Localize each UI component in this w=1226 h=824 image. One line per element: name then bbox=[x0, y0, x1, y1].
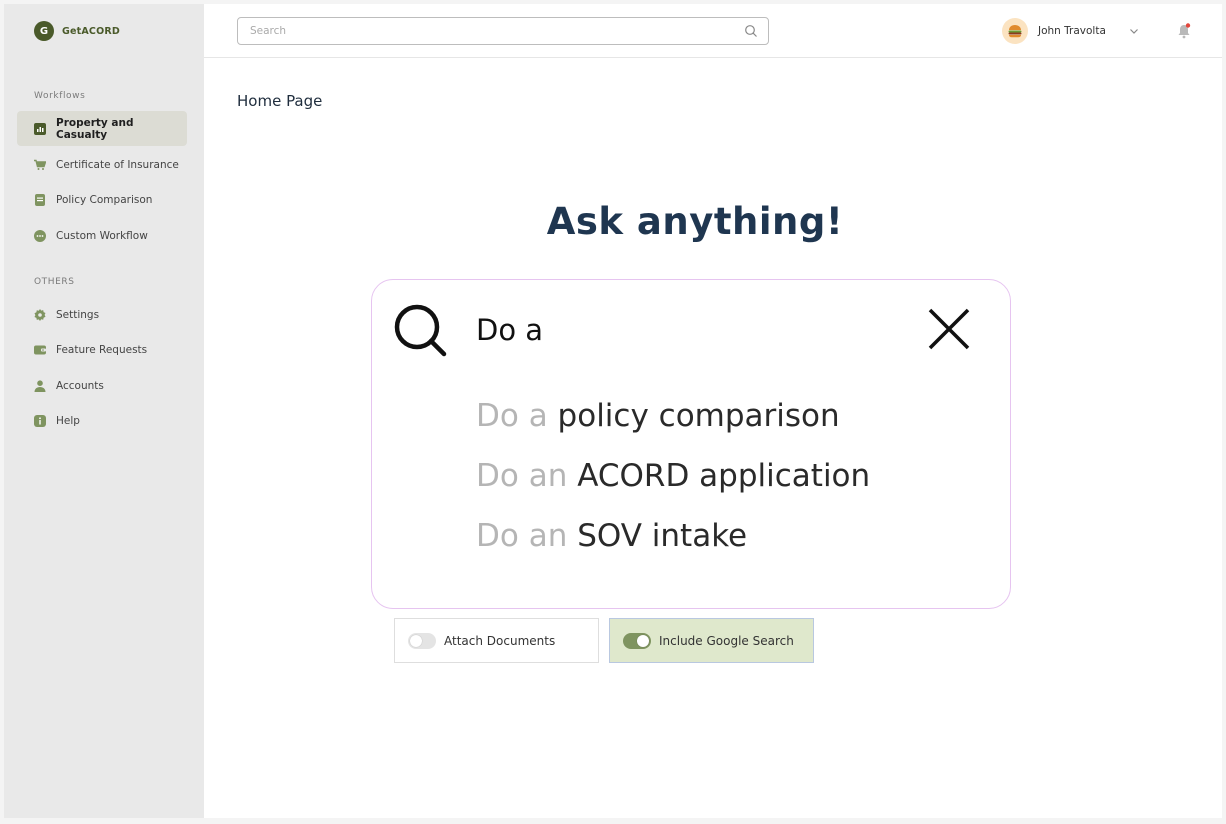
bar-chart-icon bbox=[34, 122, 46, 135]
brand[interactable]: G GetACORD bbox=[34, 20, 120, 42]
sidebar-item-help[interactable]: Help bbox=[17, 403, 187, 438]
suggestion-prefix: Do a bbox=[476, 398, 548, 434]
search-icon[interactable] bbox=[744, 24, 758, 38]
toggle-switch-off[interactable] bbox=[408, 632, 436, 649]
sidebar: G GetACORD Workflows Property and Casual… bbox=[4, 4, 204, 818]
chevron-down-icon[interactable] bbox=[1128, 25, 1140, 37]
brand-name: GetACORD bbox=[62, 25, 120, 37]
sidebar-item-feature-requests[interactable]: Feature Requests bbox=[17, 332, 187, 367]
sidebar-item-label: Policy Comparison bbox=[56, 193, 153, 206]
search-bar bbox=[237, 17, 769, 45]
suggestion-text: SOV intake bbox=[577, 518, 748, 554]
close-icon[interactable] bbox=[924, 304, 974, 354]
gear-icon bbox=[34, 308, 46, 321]
app-frame: G GetACORD Workflows Property and Casual… bbox=[4, 4, 1222, 818]
toggle-knob bbox=[410, 634, 422, 647]
sidebar-item-policy-comparison[interactable]: Policy Comparison bbox=[17, 182, 187, 217]
page-title: Home Page bbox=[237, 92, 323, 110]
sidebar-item-property-and-casualty[interactable]: Property and Casualty bbox=[17, 111, 187, 146]
section-title-others: OTHERS bbox=[34, 277, 75, 287]
ask-card: Do a policy comparison Do an ACORD appli… bbox=[371, 279, 1011, 609]
sidebar-item-label: Custom Workflow bbox=[56, 229, 148, 242]
sidebar-item-label: Accounts bbox=[56, 379, 104, 392]
search-icon bbox=[394, 304, 447, 357]
sidebar-item-certificate-of-insurance[interactable]: Certificate of Insurance bbox=[17, 147, 187, 182]
suggestion-prefix: Do an bbox=[476, 458, 568, 494]
section-title-workflows: Workflows bbox=[34, 91, 86, 101]
suggestion-acord-application[interactable]: Do an ACORD application bbox=[476, 458, 870, 494]
info-icon bbox=[34, 414, 46, 427]
chat-icon bbox=[34, 229, 46, 242]
sidebar-item-settings[interactable]: Settings bbox=[17, 297, 187, 332]
cart-icon bbox=[34, 159, 46, 171]
suggestion-text: policy comparison bbox=[557, 398, 840, 434]
toggle-label: Attach Documents bbox=[444, 633, 556, 648]
ask-input[interactable] bbox=[476, 310, 896, 350]
sidebar-item-label: Settings bbox=[56, 308, 100, 321]
burger-avatar-icon bbox=[1008, 25, 1022, 38]
user-name: John Travolta bbox=[1038, 25, 1106, 37]
user-menu[interactable]: John Travolta bbox=[1002, 17, 1140, 45]
suggestion-sov-intake[interactable]: Do an SOV intake bbox=[476, 518, 747, 554]
search-input[interactable] bbox=[239, 19, 719, 43]
sidebar-item-label: Property and Casualty bbox=[56, 116, 134, 141]
sidebar-item-label: Feature Requests bbox=[56, 343, 148, 356]
hero-heading: Ask anything! bbox=[546, 200, 844, 243]
avatar bbox=[1002, 18, 1028, 44]
document-icon bbox=[34, 193, 46, 206]
sidebar-item-custom-workflow[interactable]: Custom Workflow bbox=[17, 218, 187, 253]
attach-documents-toggle[interactable]: Attach Documents bbox=[394, 618, 599, 663]
suggestion-text: ACORD application bbox=[577, 458, 871, 494]
toggle-label: Include Google Search bbox=[659, 633, 794, 648]
include-google-search-toggle[interactable]: Include Google Search bbox=[609, 618, 814, 663]
toggle-switch-on[interactable] bbox=[623, 632, 651, 649]
notification-bell-icon[interactable] bbox=[1174, 21, 1194, 41]
wallet-icon bbox=[34, 344, 46, 356]
toggle-knob bbox=[637, 634, 649, 647]
brand-logo: G bbox=[34, 21, 54, 41]
top-bar: John Travolta bbox=[204, 4, 1222, 58]
suggestion-prefix: Do an bbox=[476, 518, 568, 554]
user-icon bbox=[34, 379, 46, 392]
suggestion-policy-comparison[interactable]: Do a policy comparison bbox=[476, 398, 840, 434]
sidebar-item-label: Help bbox=[56, 414, 80, 427]
sidebar-item-label: Certificate of Insurance bbox=[56, 158, 179, 171]
sidebar-item-accounts[interactable]: Accounts bbox=[17, 368, 187, 403]
